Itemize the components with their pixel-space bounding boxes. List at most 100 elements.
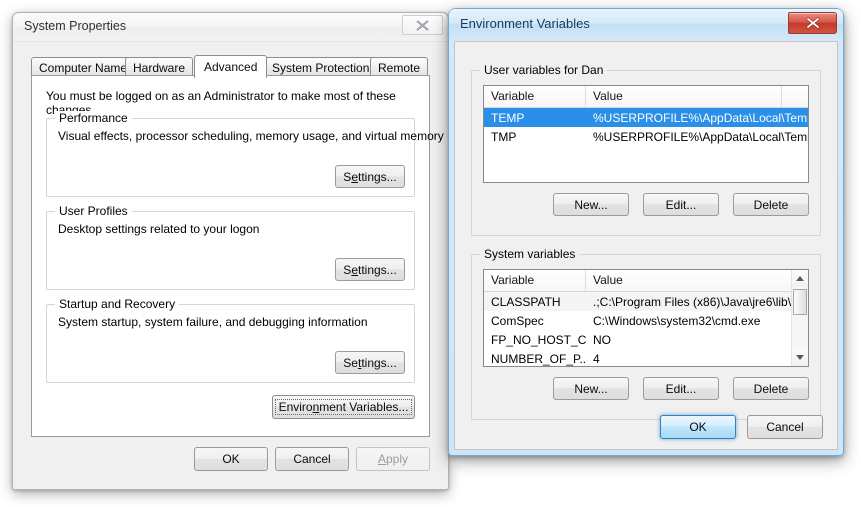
environment-variables-title: Environment Variables: [460, 16, 590, 31]
cell-variable: TEMP: [491, 110, 525, 125]
system-properties-ok-button[interactable]: OK: [194, 447, 268, 471]
tab-label: Computer Name: [39, 61, 128, 75]
label-part: Se: [343, 355, 358, 370]
label-part: Enviro: [278, 400, 313, 414]
user-variables-group-label: User variables for Dan: [480, 63, 608, 77]
cell-variable: NUMBER_OF_P...: [491, 351, 586, 366]
system-variables-list[interactable]: Variable Value CLASSPATH .;C:\Program Fi…: [483, 269, 809, 367]
tab-advanced[interactable]: Advanced: [194, 55, 268, 78]
environment-variables-button[interactable]: Environment Variables...: [272, 395, 415, 419]
tab-strip: Computer Name Hardware Advanced System P…: [31, 55, 430, 78]
user-variables-edit-button[interactable]: Edit...: [643, 193, 719, 216]
column-header-filler: [782, 86, 808, 107]
tab-remote[interactable]: Remote: [370, 57, 429, 76]
column-header-variable[interactable]: Variable: [484, 270, 586, 291]
advanced-tab-panel: You must be logged on as an Administrato…: [31, 75, 444, 437]
button-label: Apply: [378, 452, 408, 466]
user-variables-list-header: Variable Value: [484, 86, 808, 108]
environment-variables-footer: OK Cancel: [660, 415, 823, 439]
button-label: Cancel: [293, 452, 331, 466]
table-row[interactable]: FP_NO_HOST_C... NO: [484, 330, 808, 349]
system-properties-footer: OK Cancel Apply: [194, 447, 430, 471]
system-variables-new-button[interactable]: New...: [553, 377, 629, 400]
label-part: ttings...: [358, 262, 397, 277]
tab-hardware[interactable]: Hardware: [125, 57, 194, 76]
system-variables-group: System variables Variable Value CLASSPAT…: [471, 247, 821, 420]
user-profiles-group-label: User Profiles: [55, 204, 132, 218]
column-header-value[interactable]: Value: [586, 86, 782, 107]
tab-label: Hardware: [133, 61, 186, 75]
environment-variables-ok-button[interactable]: OK: [660, 415, 736, 439]
user-variables-delete-button[interactable]: Delete: [733, 193, 809, 216]
label-part: tings...: [361, 355, 397, 370]
cell-value: .;C:\Program Files (x86)\Java\jre6\lib\e…: [593, 294, 791, 309]
scrollbar-down-button[interactable]: [792, 349, 808, 366]
system-variables-delete-button[interactable]: Delete: [733, 377, 809, 400]
environment-variables-titlebar[interactable]: Environment Variables: [449, 9, 843, 39]
user-variables-new-button[interactable]: New...: [553, 193, 629, 216]
column-header-variable[interactable]: Variable: [484, 86, 586, 107]
environment-variables-client: User variables for Dan Variable Value TE…: [454, 41, 838, 450]
user-variables-list[interactable]: Variable Value TEMP %USERPROFILE%\AppDat…: [483, 85, 809, 183]
performance-settings-button[interactable]: Settings...: [335, 165, 405, 188]
tab-system-protection[interactable]: System Protection: [264, 57, 378, 76]
table-row[interactable]: NUMBER_OF_P... 4: [484, 349, 808, 366]
button-label: Settings...: [343, 263, 396, 277]
cell-variable: TMP: [491, 129, 517, 144]
system-variables-group-label: System variables: [480, 247, 580, 261]
button-label: Environment Variables...: [274, 399, 413, 415]
button-label: Settings...: [343, 356, 396, 370]
button-label: Cancel: [766, 420, 804, 434]
cell-variable: CLASSPATH: [491, 294, 561, 309]
table-row[interactable]: TMP %USERPROFILE%\AppData\Local\Temp: [484, 127, 808, 146]
tab-label: System Protection: [272, 61, 370, 75]
scroll-up-arrow-icon: [796, 276, 804, 281]
environment-variables-cancel-button[interactable]: Cancel: [747, 415, 823, 439]
button-label: Edit...: [665, 381, 697, 396]
startup-recovery-group-label: Startup and Recovery: [55, 297, 180, 311]
label-part: ment Variables...: [319, 400, 409, 414]
system-properties-close-button[interactable]: [402, 15, 443, 35]
cell-value: C:\Windows\system32\cmd.exe: [593, 313, 761, 328]
close-x-icon: [416, 19, 429, 31]
scrollbar-thumb[interactable]: [793, 289, 807, 315]
table-row[interactable]: CLASSPATH .;C:\Program Files (x86)\Java\…: [484, 292, 808, 311]
performance-description: Visual effects, processor scheduling, me…: [58, 129, 444, 143]
environment-variables-close-button[interactable]: [788, 12, 837, 34]
column-header-value[interactable]: Value: [586, 270, 791, 291]
cell-value: %USERPROFILE%\AppData\Local\Temp: [593, 110, 808, 125]
accelerator-letter: A: [377, 452, 386, 466]
cell-value: NO: [593, 332, 611, 347]
system-variables-edit-button[interactable]: Edit...: [643, 377, 719, 400]
system-variables-scrollbar[interactable]: [791, 270, 808, 366]
user-profiles-group: User Profiles Desktop settings related t…: [46, 204, 415, 290]
system-properties-cancel-button[interactable]: Cancel: [275, 447, 349, 471]
label-part: pply: [386, 452, 409, 466]
system-properties-titlebar[interactable]: System Properties: [13, 13, 448, 42]
scrollbar-up-button[interactable]: [792, 270, 808, 287]
button-label: Edit...: [665, 197, 697, 212]
accelerator-letter: e: [351, 169, 358, 184]
startup-recovery-group: Startup and Recovery System startup, sys…: [46, 297, 415, 383]
startup-recovery-settings-button[interactable]: Settings...: [335, 351, 405, 374]
tab-label: Advanced: [204, 60, 258, 74]
system-variables-button-row: New... Edit... Delete: [553, 377, 809, 400]
user-variables-button-row: New... Edit... Delete: [553, 193, 809, 216]
desktop-background: System Properties Computer Name Hardware…: [0, 0, 861, 507]
table-row[interactable]: TEMP %USERPROFILE%\AppData\Local\Temp: [484, 108, 808, 127]
user-profiles-settings-button[interactable]: Settings...: [335, 258, 405, 281]
close-x-icon: [806, 17, 819, 29]
cell-variable: ComSpec: [491, 313, 544, 328]
table-row[interactable]: ComSpec C:\Windows\system32\cmd.exe: [484, 311, 808, 330]
user-variables-group: User variables for Dan Variable Value TE…: [471, 63, 821, 236]
environment-variables-window: Environment Variables User variables for…: [448, 8, 844, 456]
scroll-down-arrow-icon: [796, 355, 804, 360]
tab-computer-name[interactable]: Computer Name: [31, 57, 136, 76]
performance-group-label: Performance: [55, 111, 132, 125]
system-properties-apply-button: Apply: [356, 447, 430, 471]
performance-group: Performance Visual effects, processor sc…: [46, 111, 444, 197]
user-profiles-description: Desktop settings related to your logon: [58, 222, 260, 236]
cell-value: 4: [593, 351, 600, 366]
system-properties-window: System Properties Computer Name Hardware…: [12, 12, 449, 490]
system-properties-client: Computer Name Hardware Advanced System P…: [21, 43, 444, 481]
